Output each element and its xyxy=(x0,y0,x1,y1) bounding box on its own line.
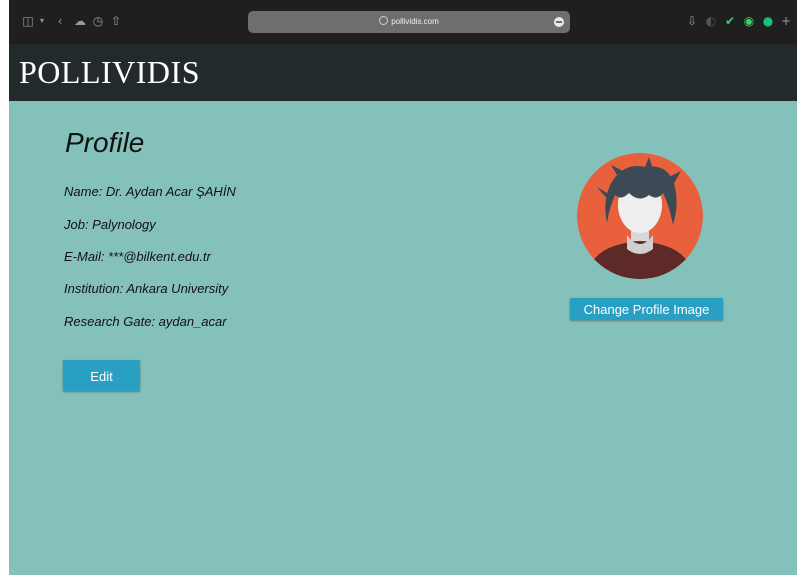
profile-institution: Institution: Ankara University xyxy=(64,281,229,296)
url-text: pollividis.com xyxy=(391,17,439,26)
icloud-icon[interactable]: ☁ xyxy=(73,14,87,28)
edit-button[interactable]: Edit xyxy=(63,360,140,391)
privacy-icon[interactable]: ◐ xyxy=(704,14,718,28)
page-title: Profile xyxy=(65,127,145,158)
download-icon[interactable]: ⇩ xyxy=(685,14,699,28)
chevron-down-icon[interactable]: ▾ xyxy=(35,14,49,28)
profile-email: E-Mail: ***@bilkent.edu.tr xyxy=(64,249,211,264)
address-url: pollividis.com xyxy=(248,16,570,26)
address-bar[interactable]: pollividis.com xyxy=(248,11,570,33)
site-logo[interactable]: POLLIVIDIS xyxy=(19,54,200,91)
more-options-icon[interactable] xyxy=(554,17,564,27)
change-profile-image-button[interactable]: Change Profile Image xyxy=(570,298,723,320)
profile-research-gate: Research Gate: aydan_acar xyxy=(64,314,227,329)
new-tab-icon[interactable]: + xyxy=(779,14,793,28)
shield-check-icon[interactable]: ✔ xyxy=(723,14,737,28)
browser-window: ◫ ▾ ‹ ☁ ◷ ⇧ pollividis.com ⇩ ◐ ✔ ◉ ● + P… xyxy=(9,0,797,575)
globe-icon xyxy=(379,16,389,25)
sidebar-icon[interactable]: ◫ xyxy=(21,14,35,28)
site-header: POLLIVIDIS xyxy=(9,44,797,101)
avatar xyxy=(577,153,703,279)
grammarly-icon[interactable]: ● xyxy=(761,14,775,28)
profile-job: Job: Palynology xyxy=(64,217,156,232)
history-icon[interactable]: ◷ xyxy=(91,14,105,28)
share-icon[interactable]: ⇧ xyxy=(109,14,123,28)
camera-icon[interactable]: ◉ xyxy=(742,14,756,28)
back-icon[interactable]: ‹ xyxy=(53,14,67,28)
profile-name: Name: Dr. Aydan Acar ŞAHİN xyxy=(64,184,236,199)
browser-toolbar: ◫ ▾ ‹ ☁ ◷ ⇧ pollividis.com ⇩ ◐ ✔ ◉ ● + xyxy=(9,0,797,44)
